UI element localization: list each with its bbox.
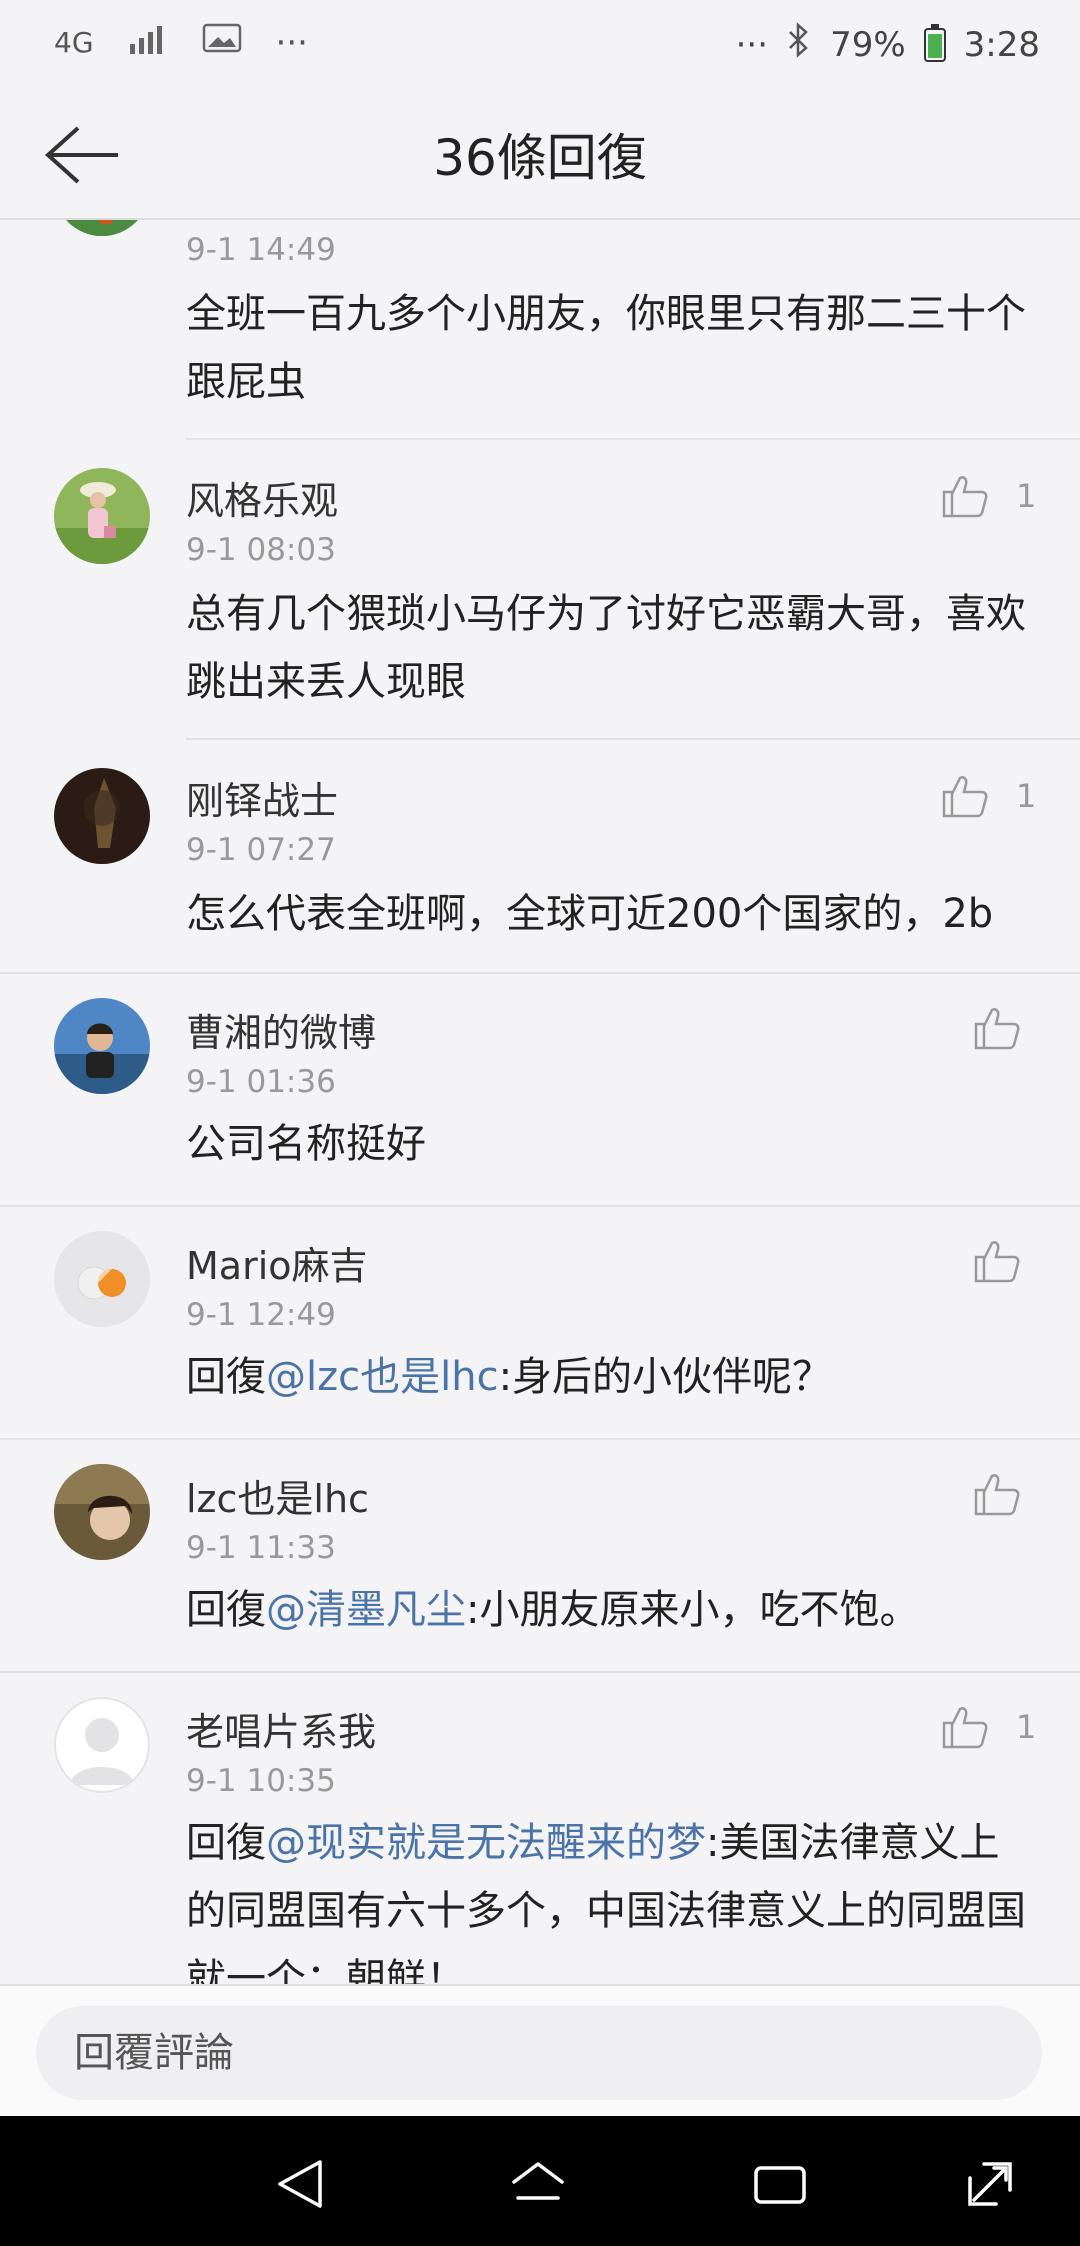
avatar[interactable] (54, 1697, 150, 1793)
avatar[interactable] (54, 998, 150, 1094)
reply-body: :小朋友原来小，吃不饱。 (466, 1587, 920, 1633)
image-notification-icon (202, 22, 242, 63)
battery-icon (923, 23, 946, 62)
thumbs-up-icon (942, 476, 988, 518)
comment-author[interactable]: lzc也是lhc (186, 1468, 369, 1523)
reply-body: :身后的小伙伴呢？ (498, 1354, 833, 1400)
list-item[interactable]: Mario麻吉 9-1 12:49 回復@lzc也是lhc:身后的小伙伴呢？ (0, 1207, 1080, 1440)
comment-text: 怎么代表全班啊，全球可近200个国家的，2b (186, 891, 994, 937)
nav-home-button[interactable] (508, 2154, 568, 2214)
mention-link[interactable]: @现实就是无法醒来的梦 (266, 1820, 706, 1866)
clock: 3:28 (963, 24, 1040, 65)
like-button[interactable] (974, 1239, 1020, 1283)
comment-text: 回復@现实就是无法醒来的梦:美国法律意义上的同盟国有六十多个，中国法律意义上的同… (186, 1809, 1036, 1984)
list-item[interactable]: 风格乐观 1 9-1 08:03 总有几个猥琐小马仔为了讨好它恶霸大哥，喜欢跳出… (0, 440, 1080, 740)
avatar[interactable] (54, 468, 150, 564)
battery-percent: 79% (830, 24, 906, 65)
thumbs-up-icon (974, 1241, 1020, 1283)
comment-author[interactable]: 老唱片系我 (186, 1701, 376, 1756)
comment-time: 9-1 11:33 (186, 1530, 336, 1566)
like-count: 1 (1016, 477, 1037, 515)
thumbs-up-icon (942, 1707, 988, 1749)
notification-overflow: ··· (275, 22, 308, 63)
like-button[interactable]: 1 (942, 774, 1036, 818)
status-bar: 4G ··· ··· 79% 3:28 (0, 0, 1080, 90)
comment-text: 总有几个猥琐小马仔为了讨好它恶霸大哥，喜欢跳出来丢人现眼 (186, 591, 1026, 705)
comment-text: 回復@清墨凡尘:小朋友原来小，吃不饱。 (186, 1576, 1036, 1644)
avatar[interactable] (54, 220, 150, 236)
reply-prefix: 回復 (186, 1587, 266, 1633)
expand-icon (968, 2162, 1012, 2206)
comment-text: 公司名称挺好 (186, 1121, 426, 1167)
thumbs-up-icon (974, 1474, 1020, 1516)
like-button[interactable]: 1 (942, 1705, 1036, 1749)
like-button[interactable]: 1 (942, 474, 1036, 518)
bluetooth-icon (786, 22, 812, 67)
list-item[interactable]: 9-1 14:49 全班一百九多个小朋友，你眼里只有那二三十个跟屁虫 (0, 220, 1080, 440)
system-nav-bar (0, 2116, 1080, 2246)
list-item[interactable]: 刚铎战士 1 9-1 07:27 怎么代表全班啊，全球可近200个国家的，2b (0, 740, 1080, 974)
network-4g-icon: 4G (54, 26, 94, 59)
reply-input[interactable]: 回覆評論 (36, 2006, 1042, 2100)
nav-back-button[interactable] (272, 2154, 332, 2214)
triangle-back-icon (278, 2160, 322, 2208)
avatar[interactable] (54, 1231, 150, 1327)
mention-link[interactable]: @lzc也是lhc (266, 1354, 499, 1400)
comment-text: 回復@lzc也是lhc:身后的小伙伴呢？ (186, 1343, 1036, 1411)
header: 36條回復 (0, 90, 1080, 220)
comment-time: 9-1 07:27 (186, 832, 336, 868)
reply-prefix: 回復 (186, 1820, 266, 1866)
home-icon (512, 2162, 564, 2200)
comment-author[interactable]: Mario麻吉 (186, 1235, 368, 1290)
like-count: 1 (1016, 1708, 1037, 1746)
list-item[interactable]: lzc也是lhc 9-1 11:33 回復@清墨凡尘:小朋友原来小，吃不饱。 (0, 1440, 1080, 1673)
comment-time: 9-1 08:03 (186, 532, 336, 568)
comment-list[interactable]: 9-1 14:49 全班一百九多个小朋友，你眼里只有那二三十个跟屁虫 风格乐观 … (0, 220, 1080, 1984)
avatar[interactable] (54, 1464, 150, 1560)
comment-time: 9-1 01:36 (186, 1064, 336, 1100)
comment-author[interactable]: 刚铎战士 (186, 770, 338, 825)
signal-icon (128, 23, 168, 63)
like-button[interactable] (974, 1006, 1020, 1050)
default-avatar-icon (70, 1718, 134, 1785)
list-item[interactable]: 曹湘的微博 9-1 01:36 公司名称挺好 (0, 974, 1080, 1207)
comment-text: 全班一百九多个小朋友，你眼里只有那二三十个跟屁虫 (186, 291, 1026, 405)
comment-time: 9-1 10:35 (186, 1763, 336, 1799)
page-title: 36條回復 (433, 129, 647, 187)
avatar[interactable] (54, 768, 150, 864)
mention-link[interactable]: @清墨凡尘 (266, 1587, 466, 1633)
comment-time: 9-1 12:49 (186, 1297, 336, 1333)
nav-expand-button[interactable] (960, 2154, 1020, 2214)
reply-bar: 回覆評論 (0, 1984, 1080, 2118)
comment-time: 9-1 14:49 (186, 232, 336, 268)
recents-icon (754, 2166, 806, 2204)
like-button[interactable] (974, 1472, 1020, 1516)
thumbs-up-icon (942, 776, 988, 818)
thumbs-up-icon (974, 1008, 1020, 1050)
status-overflow: ··· (735, 24, 769, 65)
nav-recents-button[interactable] (750, 2154, 810, 2214)
like-count: 1 (1016, 777, 1037, 815)
comment-author[interactable]: 曹湘的微博 (186, 1002, 376, 1057)
list-item[interactable]: 老唱片系我 1 9-1 10:35 回復@现实就是无法醒来的梦:美国法律意义上的… (0, 1673, 1080, 1984)
reply-prefix: 回復 (186, 1354, 266, 1400)
comment-author[interactable]: 风格乐观 (186, 470, 338, 525)
